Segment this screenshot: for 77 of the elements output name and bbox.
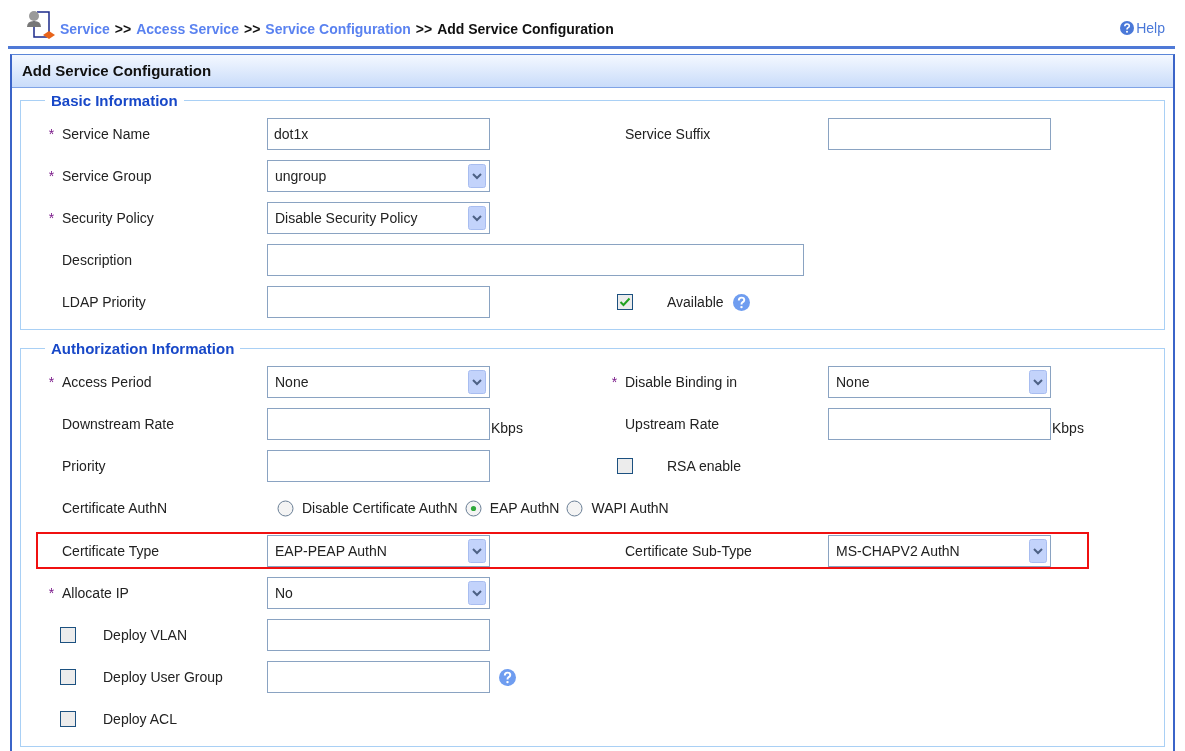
breadcrumb-separator: >> [243,21,261,37]
breadcrumb-separator: >> [114,21,132,37]
field-label: Downstream Rate [62,416,175,432]
required-asterisk: * [48,126,55,142]
help-link[interactable]: Help [1120,14,1165,36]
radio-button[interactable] [566,499,584,517]
required-asterisk: * [48,374,55,390]
required-asterisk: * [48,168,55,184]
dropdown[interactable]: No [267,577,490,609]
text-field[interactable] [828,408,1051,440]
field-label: Upstream Rate [625,416,720,432]
text-field[interactable] [267,619,490,651]
text-field[interactable] [267,661,490,693]
text-field[interactable] [267,244,804,276]
field-label: Security Policy [62,210,154,226]
checkbox[interactable] [617,294,633,310]
field-label: Service Group [62,168,152,184]
breadcrumb-link[interactable]: Service Configuration [265,21,411,37]
checkbox[interactable] [60,711,76,727]
dropdown[interactable]: MS-CHAPV2 AuthN [828,534,1051,567]
text-field[interactable] [267,408,490,440]
field-label: Certificate AuthN [62,500,168,516]
chevron-down-icon [468,164,486,188]
text-field[interactable]: dot1x [267,118,490,150]
chevron-down-icon [468,206,486,230]
radio-button[interactable] [464,499,482,517]
field-label: Priority [62,458,106,474]
chevron-down-icon [1029,370,1047,394]
breadcrumb-separator: >> [415,21,433,37]
chevron-down-icon [1029,538,1047,563]
help-icon[interactable] [499,668,516,686]
radio-label: WAPI AuthN [591,500,669,516]
field-label: LDAP Priority [62,294,146,310]
text-field[interactable] [267,286,490,318]
help-icon [1120,21,1135,35]
user-network-icon [25,9,55,41]
checkbox-label: Deploy User Group [103,669,223,685]
field-label: Allocate IP [62,585,129,601]
dropdown[interactable]: ungroup [267,160,490,192]
required-asterisk: * [48,210,55,226]
field-label: Access Period [62,374,152,390]
required-asterisk: * [611,374,618,390]
radio-label: EAP AuthN [489,500,560,516]
dropdown[interactable]: None [828,366,1051,398]
dropdown[interactable]: None [267,366,490,398]
required-asterisk: * [48,585,55,601]
field-label: Description [62,252,133,268]
section-title: Basic Information [50,92,179,109]
unit-label: Kbps [491,420,523,436]
text-field[interactable] [828,118,1051,150]
section-title: Authorization Information [50,340,236,357]
radio-label: Disable Certificate AuthN [302,500,458,516]
radio-button[interactable] [277,499,294,517]
field-label: Certificate Sub-Type [625,542,752,559]
breadcrumb-current: Add Service Configuration [437,21,614,37]
checkbox-label: Deploy ACL [103,711,177,727]
breadcrumb-link[interactable]: Access Service [136,21,239,37]
checkbox-label: RSA enable [667,458,741,474]
field-label: Disable Binding in [625,374,738,390]
checkbox[interactable] [617,458,633,474]
checkbox-label: Deploy VLAN [103,627,188,643]
text-field[interactable] [267,450,490,482]
chevron-down-icon [468,370,486,394]
chevron-down-icon [468,581,486,605]
field-label: Certificate Type [62,542,159,559]
checkbox[interactable] [60,669,76,685]
chevron-down-icon [468,538,486,563]
dropdown[interactable]: EAP-PEAP AuthN [267,534,490,567]
checkbox[interactable] [60,627,76,643]
field-label: Service Name [62,126,150,142]
checkbox-label: Available [667,294,724,310]
panel-title: Add Service Configuration [12,55,1173,88]
help-icon[interactable] [732,293,750,311]
breadcrumb-link[interactable]: Service [60,21,110,37]
dropdown[interactable]: Disable Security Policy [267,202,490,234]
field-label: Service Suffix [625,126,711,142]
unit-label: Kbps [1052,420,1084,436]
